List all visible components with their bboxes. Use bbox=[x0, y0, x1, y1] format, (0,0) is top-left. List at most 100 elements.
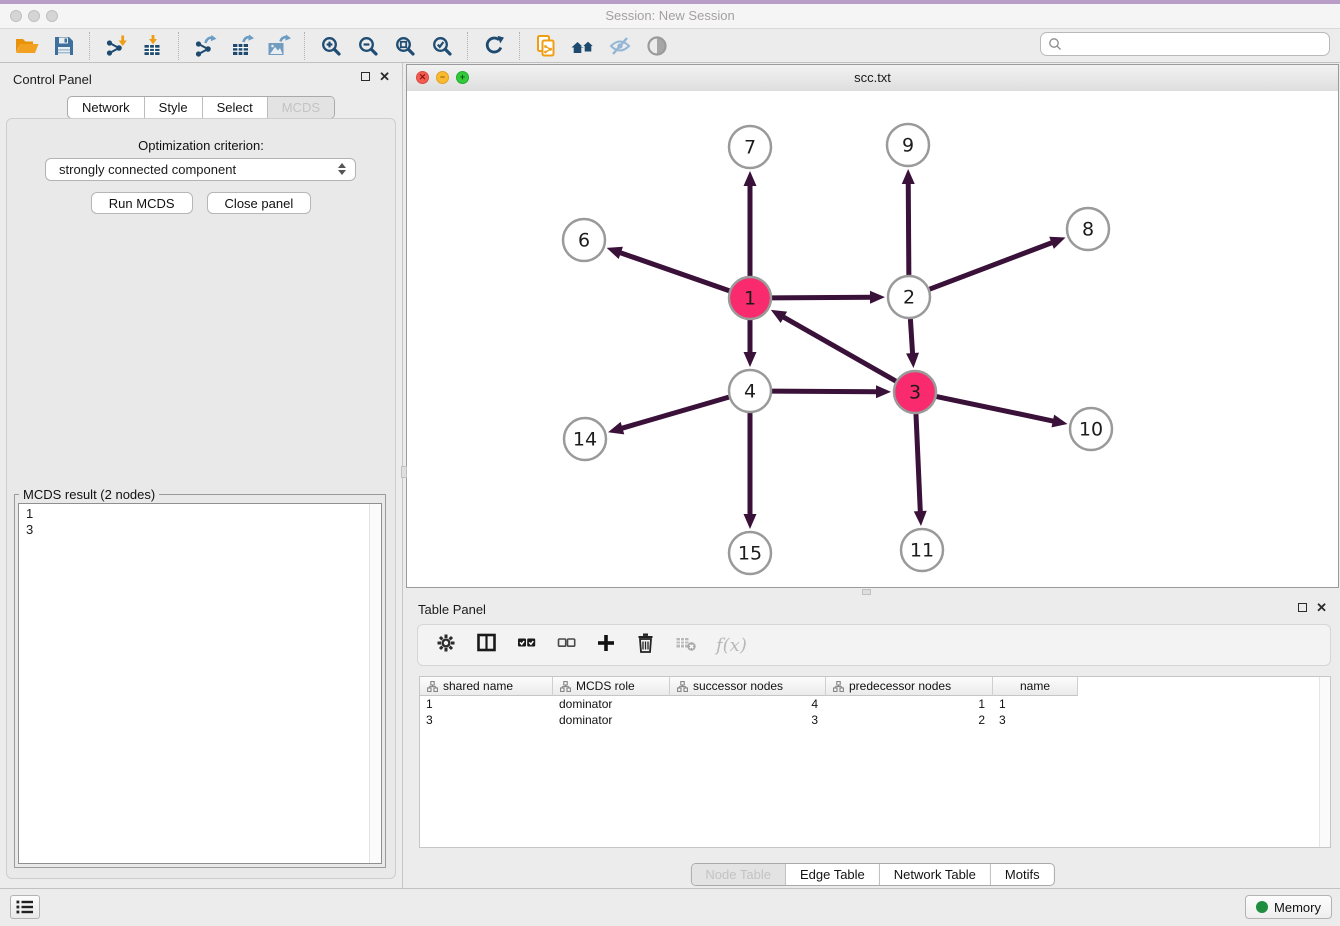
tab-edge-table[interactable]: Edge Table bbox=[785, 864, 879, 885]
export-network-button[interactable] bbox=[186, 31, 223, 61]
save-session-button[interactable] bbox=[45, 31, 82, 61]
graph-edge-1-4[interactable] bbox=[744, 320, 757, 367]
graph-node-15[interactable]: 15 bbox=[729, 532, 771, 574]
column-header-mcds-role[interactable]: MCDS role bbox=[553, 677, 670, 696]
tab-node-table[interactable]: Node Table bbox=[691, 864, 785, 885]
table-cell[interactable]: 1 bbox=[826, 697, 993, 711]
table-row[interactable]: 3dominator323 bbox=[420, 712, 1330, 728]
svg-text:2: 2 bbox=[903, 287, 915, 309]
graph-edge-3-1[interactable] bbox=[771, 310, 896, 381]
select-all-rows-button[interactable] bbox=[516, 632, 537, 658]
run-mcds-button[interactable]: Run MCDS bbox=[91, 192, 193, 214]
table-scrollbar[interactable] bbox=[1319, 677, 1330, 847]
optimization-criterion-select[interactable]: strongly connected component bbox=[45, 158, 356, 181]
graph-edge-4-14[interactable] bbox=[608, 397, 729, 434]
graph-edge-4-3[interactable] bbox=[772, 385, 891, 398]
graph-edge-1-7[interactable] bbox=[744, 171, 757, 276]
table-cell[interactable]: 3 bbox=[993, 713, 1078, 727]
hide-selected-button[interactable] bbox=[601, 31, 638, 61]
graph-edge-3-11[interactable] bbox=[914, 414, 927, 526]
column-header-shared-name[interactable]: shared name bbox=[420, 677, 553, 696]
show-columns-button[interactable] bbox=[476, 632, 497, 658]
graph-node-2[interactable]: 2 bbox=[888, 276, 930, 318]
table-cell[interactable]: 4 bbox=[670, 697, 826, 711]
graph-edge-2-8[interactable] bbox=[930, 237, 1066, 289]
table-cell[interactable]: dominator bbox=[553, 713, 670, 727]
clone-network-button[interactable] bbox=[527, 31, 564, 61]
refresh-view-button[interactable] bbox=[475, 31, 512, 61]
tab-style[interactable]: Style bbox=[144, 97, 202, 118]
delete-column-button[interactable] bbox=[675, 633, 697, 658]
table-panel: Table Panel bbox=[406, 597, 1339, 888]
table-cell[interactable]: 3 bbox=[670, 713, 826, 727]
task-history-button[interactable] bbox=[10, 895, 40, 919]
zoom-selected-button[interactable] bbox=[423, 31, 460, 61]
graph-node-4[interactable]: 4 bbox=[729, 370, 771, 412]
table-cell[interactable]: 2 bbox=[826, 713, 993, 727]
graph-edge-2-3[interactable] bbox=[906, 319, 919, 368]
show-all-button[interactable] bbox=[638, 31, 675, 61]
memory-button[interactable]: Memory bbox=[1245, 895, 1332, 919]
column-header-successor-nodes[interactable]: successor nodes bbox=[670, 677, 826, 696]
graph-node-11[interactable]: 11 bbox=[901, 529, 943, 571]
tab-network[interactable]: Network bbox=[68, 97, 144, 118]
graph-edge-1-2[interactable] bbox=[772, 291, 885, 304]
graph-node-8[interactable]: 8 bbox=[1067, 208, 1109, 250]
horizontal-splitter-handle[interactable] bbox=[862, 589, 871, 595]
mcds-buttons-row: Run MCDS Close panel bbox=[7, 192, 395, 214]
float-panel-icon[interactable] bbox=[1298, 603, 1307, 612]
graph-node-1[interactable]: 1 bbox=[729, 277, 771, 319]
add-column-button[interactable] bbox=[596, 633, 616, 658]
delete-row-button[interactable] bbox=[635, 632, 656, 659]
result-scrollbar[interactable] bbox=[369, 504, 381, 863]
zoom-out-button[interactable] bbox=[349, 31, 386, 61]
tab-network-table[interactable]: Network Table bbox=[879, 864, 990, 885]
zoom-fit-button[interactable] bbox=[386, 31, 423, 61]
tab-select[interactable]: Select bbox=[202, 97, 267, 118]
table-row[interactable]: 1dominator411 bbox=[420, 696, 1330, 712]
import-network-button[interactable] bbox=[97, 31, 134, 61]
graph-node-6[interactable]: 6 bbox=[563, 219, 605, 261]
control-panel-tabs: NetworkStyleSelectMCDS bbox=[67, 96, 335, 119]
tab-motifs[interactable]: Motifs bbox=[990, 864, 1054, 885]
graph-edge-4-15[interactable] bbox=[744, 413, 757, 529]
table-cell[interactable]: 3 bbox=[420, 713, 553, 727]
function-builder-button[interactable]: f(x) bbox=[716, 635, 747, 656]
column-header-predecessor-nodes[interactable]: predecessor nodes bbox=[826, 677, 993, 696]
graph-node-3[interactable]: 3 bbox=[894, 371, 936, 413]
graph-edge-2-9[interactable] bbox=[902, 169, 915, 275]
close-panel-button[interactable]: Close panel bbox=[207, 192, 312, 214]
svg-text:1: 1 bbox=[744, 288, 756, 310]
export-table-button[interactable] bbox=[223, 31, 260, 61]
import-table-button[interactable] bbox=[134, 31, 171, 61]
open-session-button[interactable] bbox=[8, 31, 45, 61]
zoom-in-button[interactable] bbox=[312, 31, 349, 61]
mcds-result-list[interactable]: 13 bbox=[18, 503, 382, 864]
graph-edge-3-10[interactable] bbox=[937, 397, 1068, 428]
optimization-criterion-label: Optimization criterion: bbox=[7, 138, 395, 153]
table-cell[interactable]: 1 bbox=[420, 697, 553, 711]
network-canvas[interactable]: 1 2 3 4 6 7 8 9 10 11 14 15 bbox=[407, 91, 1338, 587]
graph-edge-1-6[interactable] bbox=[607, 247, 730, 291]
network-window-titlebar: scc.txt bbox=[407, 65, 1338, 92]
close-panel-icon[interactable] bbox=[1316, 603, 1327, 612]
column-header-name[interactable]: name bbox=[993, 677, 1078, 696]
network-graph: 1 2 3 4 6 7 8 9 10 11 14 15 bbox=[407, 91, 1338, 587]
graph-node-10[interactable]: 10 bbox=[1070, 408, 1112, 450]
close-panel-icon[interactable] bbox=[379, 72, 390, 81]
export-image-button[interactable] bbox=[260, 31, 297, 61]
import-table-icon bbox=[141, 34, 165, 58]
graph-node-14[interactable]: 14 bbox=[564, 418, 606, 460]
float-panel-icon[interactable] bbox=[361, 72, 370, 81]
vertical-splitter-handle[interactable] bbox=[401, 466, 407, 478]
toolbar-separator bbox=[89, 32, 90, 60]
graph-node-7[interactable]: 7 bbox=[729, 126, 771, 168]
unselect-all-rows-button[interactable] bbox=[556, 632, 577, 658]
search-input[interactable] bbox=[1062, 36, 1329, 53]
tab-mcds[interactable]: MCDS bbox=[267, 97, 334, 118]
table-cell[interactable]: 1 bbox=[993, 697, 1078, 711]
table-options-button[interactable] bbox=[435, 632, 457, 659]
table-cell[interactable]: dominator bbox=[553, 697, 670, 711]
first-neighbors-button[interactable] bbox=[564, 31, 601, 61]
graph-node-9[interactable]: 9 bbox=[887, 124, 929, 166]
